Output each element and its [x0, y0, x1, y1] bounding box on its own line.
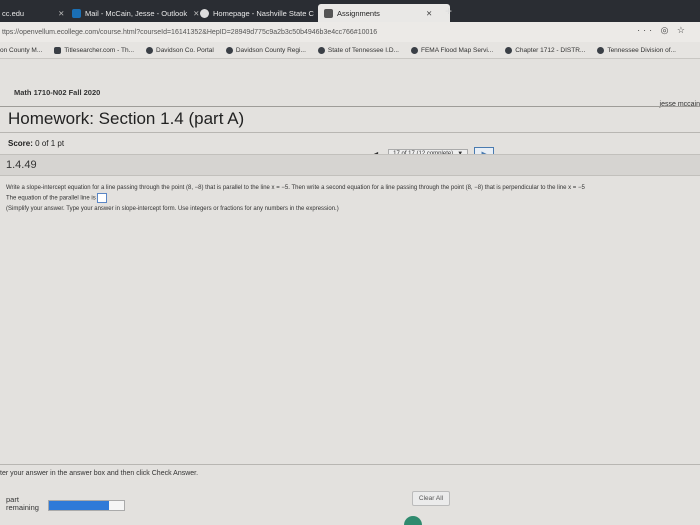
divider — [0, 106, 700, 107]
outlook-icon — [72, 8, 81, 18]
browser-tab-bar: cc.edu ✕ Mail - McCain, Jesse - Outlook ✕ … — [0, 0, 700, 22]
bookmark-item[interactable]: FEMA Flood Map Servi... — [410, 46, 494, 54]
globe-icon — [146, 46, 153, 54]
close-icon[interactable]: ✕ — [426, 9, 432, 18]
parallel-equation-row: The equation of the parallel line is — [6, 193, 696, 204]
score-label: Score: — [8, 139, 33, 148]
bookmark-label: Davidson Co. Portal — [156, 46, 214, 54]
tab-nashville-state[interactable]: Homepage - Nashville State C✕ — [200, 6, 326, 20]
question-text: Write a slope-intercept equation for a l… — [6, 185, 585, 191]
bookmark-label: Tennessee Division of... — [607, 46, 676, 54]
assignments-icon — [324, 8, 333, 18]
score: Score: 0 of 1 pt — [8, 139, 64, 148]
address-bar[interactable]: ttps://openvellum.ecollege.com/course.ht… — [0, 22, 700, 42]
globe-icon — [597, 46, 605, 54]
question-body: Write a slope-intercept equation for a l… — [6, 183, 696, 214]
new-tab-icon[interactable]: + — [445, 4, 452, 18]
page-title: Homework: Section 1.4 (part A) — [8, 109, 245, 128]
remaining-label: remaining — [6, 503, 39, 512]
instructions: (Simplify your answer. Type your answer … — [6, 205, 339, 212]
bookmark-item[interactable]: Chapter 1712 - DISTR... — [505, 46, 586, 54]
bookmark-label: on County M... — [0, 46, 43, 54]
bookmark-item[interactable]: Titlesearcher.com - Th... — [54, 46, 134, 54]
bookmark-label: Davidson County Regi... — [235, 46, 306, 54]
answer-input[interactable] — [97, 193, 108, 203]
tab-assignments[interactable]: Assignments ✕ — [318, 4, 450, 22]
close-icon[interactable]: ✕ — [193, 9, 199, 18]
tab-label: Mail - McCain, Jesse - Outlook — [85, 8, 188, 18]
bookmark-icon — [54, 46, 62, 54]
answer-instruction: ter your answer in the answer box and th… — [0, 470, 199, 477]
help-icon[interactable] — [404, 516, 422, 525]
progress-fill — [49, 501, 109, 510]
tab-edu[interactable]: cc.edu ✕ — [2, 6, 64, 20]
globe-icon — [225, 46, 233, 54]
globe-icon — [317, 46, 325, 54]
bookmark-label: Titlesearcher.com - Th... — [64, 46, 134, 54]
score-value: 0 of 1 pt — [35, 139, 65, 148]
question-number: 1.4.49 — [6, 159, 37, 171]
close-icon[interactable]: ✕ — [58, 9, 64, 18]
page-content: Math 1710-N02 Fall 2020 jesse mccain Hom… — [0, 59, 700, 525]
bookmark-label: FEMA Flood Map Servi... — [420, 46, 494, 54]
url-text[interactable]: ttps://openvellum.ecollege.com/course.ht… — [2, 29, 377, 36]
parallel-equation-label: The equation of the parallel line is — [6, 195, 96, 202]
bookmark-item[interactable]: Davidson Co. Portal — [146, 46, 214, 54]
divider — [0, 464, 700, 465]
bookmarks-bar: on County M... Titlesearcher.com - Th...… — [0, 42, 700, 59]
tab-label: cc.edu — [2, 8, 25, 18]
tab-label: Assignments — [337, 8, 380, 18]
bookmark-item[interactable]: on County M... — [0, 47, 42, 54]
tab-label: Homepage - Nashville State C — [213, 8, 314, 18]
bookmark-item[interactable]: Tennessee Division of... — [597, 46, 676, 54]
clear-all-button[interactable]: Clear All — [412, 491, 450, 506]
bookmark-item[interactable]: Davidson County Regi... — [225, 46, 306, 54]
part-progress-bar — [48, 500, 125, 511]
course-title: Math 1710-N02 Fall 2020 — [14, 88, 101, 97]
question-header: 1.4.49 — [0, 154, 700, 176]
toolbar-icons[interactable]: ··· ◎ ☆ — [637, 25, 688, 36]
globe-icon — [505, 46, 513, 54]
tab-outlook[interactable]: Mail - McCain, Jesse - Outlook ✕ — [72, 6, 199, 20]
globe-icon — [200, 8, 209, 18]
part-remaining-label: part remaining — [6, 496, 39, 512]
bookmark-label: State of Tennessee I.D... — [327, 46, 399, 54]
globe-icon — [410, 46, 418, 54]
bookmark-label: Chapter 1712 - DISTR... — [515, 46, 586, 54]
bookmark-item[interactable]: State of Tennessee I.D... — [317, 46, 399, 54]
divider — [0, 132, 700, 133]
